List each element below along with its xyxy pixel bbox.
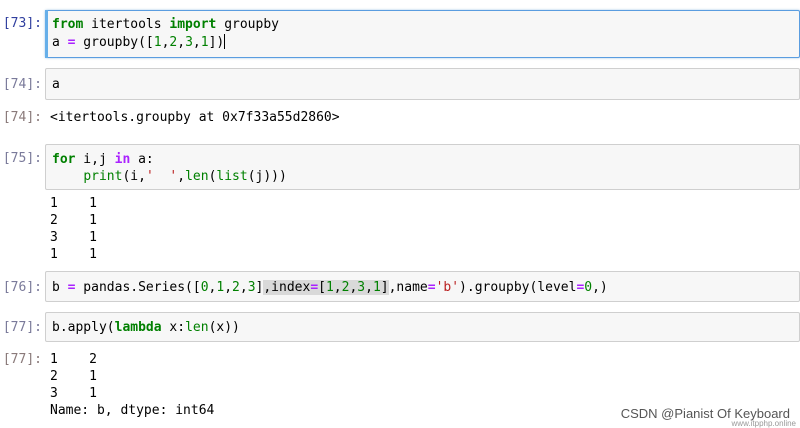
- input-prompt: [77]:: [2, 320, 42, 335]
- output-line: 1 1: [50, 247, 97, 262]
- input-prompt: [75]:: [2, 151, 42, 166]
- output-line: 1 2: [50, 352, 97, 367]
- code-editor[interactable]: from itertools import groupby a = groupb…: [45, 10, 800, 58]
- code-line[interactable]: b.apply(lambda x:len(x)): [52, 319, 240, 336]
- output-line: 2 1: [50, 369, 97, 384]
- code-line[interactable]: for i,j in a:: [52, 151, 154, 168]
- output-line: 3 1: [50, 386, 97, 401]
- output-text: <itertools.groupby at 0x7f33a55d2860>: [50, 110, 340, 125]
- notebook-cell-76[interactable]: [76]: b = pandas.Series([0,1,2,3],index=…: [0, 271, 800, 303]
- code-line[interactable]: b = pandas.Series([0,1,2,3],index=[1,2,3…: [52, 279, 608, 296]
- watermark-url: www.itpphp.online: [731, 419, 796, 428]
- input-prompt: [76]:: [2, 280, 42, 295]
- output-line: Name: b, dtype: int64: [50, 403, 215, 418]
- text-cursor: [224, 34, 226, 49]
- output-line: 2 1: [50, 213, 97, 228]
- code-line[interactable]: a = groupby([1,2,3,1]): [52, 34, 226, 51]
- code-editor[interactable]: b = pandas.Series([0,1,2,3],index=[1,2,3…: [45, 271, 800, 302]
- output-line: 1 1: [50, 196, 97, 211]
- output-prompt: [74]:: [2, 110, 42, 125]
- notebook-cell-75[interactable]: [75]: for i,j in a: print(i,' ',len(list…: [0, 144, 800, 264]
- code-editor[interactable]: b.apply(lambda x:len(x)): [45, 312, 800, 342]
- notebook-cell-74[interactable]: [74]: a [74]: <itertools.groupby at 0x7f…: [0, 68, 800, 128]
- notebook-cell-73[interactable]: [73]: from itertools import groupby a = …: [0, 10, 800, 60]
- input-prompt: [73]:: [2, 16, 42, 31]
- code-editor[interactable]: for i,j in a: print(i,' ',len(list(j))): [45, 144, 800, 190]
- output-prompt: [77]:: [2, 352, 42, 367]
- code-line[interactable]: from itertools import groupby: [52, 16, 279, 33]
- code-editor[interactable]: a: [45, 68, 800, 100]
- code-line[interactable]: a: [52, 76, 60, 93]
- output-line: 3 1: [50, 230, 97, 245]
- code-line[interactable]: print(i,' ',len(list(j))): [52, 168, 287, 185]
- input-prompt: [74]:: [2, 77, 42, 92]
